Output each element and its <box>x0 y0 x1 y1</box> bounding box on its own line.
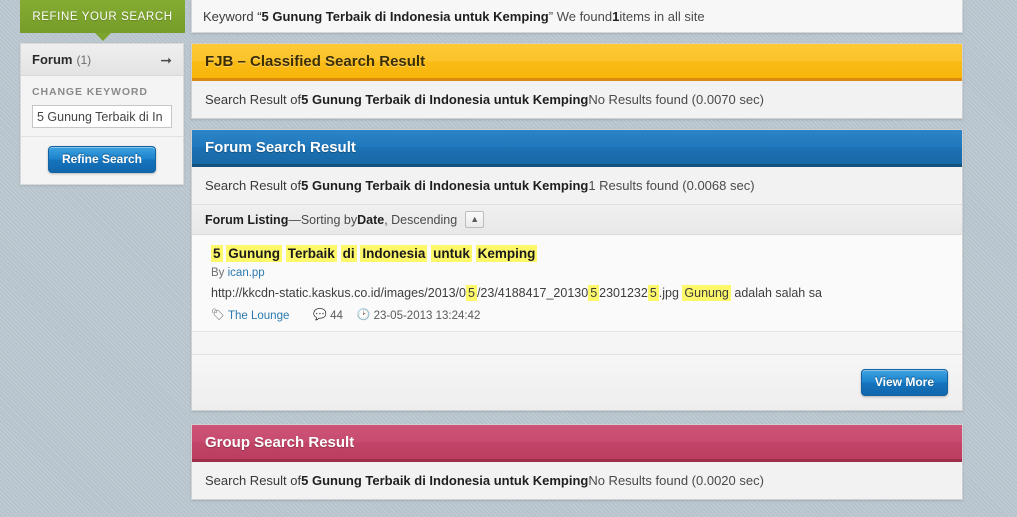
keyword-input[interactable] <box>32 105 172 128</box>
by-label: By <box>211 267 228 280</box>
plain-term: adalah salah sa <box>730 286 822 301</box>
refine-sidebar: Forum (1) ➞ CHANGE KEYWORD Refine Search <box>20 43 184 185</box>
group-result-keyword: 5 Gunung Terbaik di Indonesia untuk Kemp… <box>301 473 589 488</box>
result-timestamp: 23-05-2013 13:24:42 <box>373 309 481 322</box>
sort-field[interactable]: Date <box>357 213 384 227</box>
keyword-middle: ” We found <box>548 8 613 24</box>
sort-order: , Descending <box>384 212 458 227</box>
forum-tag-group[interactable]: 🏷 The Lounge <box>211 310 299 322</box>
plain-term: 2301232 <box>599 286 648 301</box>
forum-panel-footer: View More <box>192 354 962 410</box>
sidebar-forum-label: Forum <box>32 52 73 67</box>
refine-tab-label: REFINE YOUR SEARCH <box>32 10 173 23</box>
result-snippet: http://kkcdn-static.kaskus.co.id/images/… <box>211 285 949 303</box>
refine-search-button[interactable]: Refine Search <box>47 146 157 173</box>
plain-term: /23/4188417_20130 <box>476 286 589 301</box>
highlighted-term: 5 <box>647 285 659 302</box>
group-panel: Group Search Result Search Result of 5 G… <box>191 424 963 500</box>
forum-listing-dash: — <box>288 212 301 227</box>
highlighted-term: Gunung <box>226 245 283 262</box>
group-result-prefix: Search Result of <box>205 473 302 488</box>
highlighted-term: Indonesia <box>360 245 428 262</box>
search-results-page: Keyword “5 Gunung Terbaik di Indonesia u… <box>0 0 1017 517</box>
forum-listing-sort-bar: Forum Listing — Sorting by Date, Descend… <box>192 204 962 235</box>
result-meta: 🏷 The Lounge 💬 44 🕑 23-05-2013 13:24:42 <box>211 310 949 322</box>
forum-result-status: 1 Results found (0.0068 sec) <box>588 178 755 193</box>
fjb-result-prefix: Search Result of <box>205 92 302 107</box>
highlighted-term: Gunung <box>682 285 731 302</box>
fjb-panel-title: FJB – Classified Search Result <box>205 52 426 70</box>
forum-name-link[interactable]: The Lounge <box>228 310 289 322</box>
highlighted-term: di <box>340 245 357 262</box>
highlighted-term: 5 <box>466 285 477 302</box>
forum-panel-title: Forum Search Result <box>205 138 356 156</box>
plain-term: .jpg <box>658 286 683 301</box>
change-keyword-label: CHANGE KEYWORD <box>32 86 148 98</box>
forum-result-item: 5 Gunung Terbaik di Indonesia untuk Kemp… <box>192 235 962 332</box>
highlighted-term: 5 <box>211 245 223 262</box>
refine-your-search-tab[interactable]: REFINE YOUR SEARCH <box>20 0 185 41</box>
keyword-suffix: items in all site <box>619 8 705 24</box>
fjb-panel-header: FJB – Classified Search Result <box>192 44 962 81</box>
sidebar-forum-count: (1) <box>76 52 92 67</box>
sidebar-body: CHANGE KEYWORD <box>21 76 183 136</box>
comment-group: 💬 44 <box>313 310 343 322</box>
sidebar-footer: Refine Search <box>21 136 183 184</box>
arrow-right-icon: ➞ <box>160 51 172 68</box>
group-panel-header: Group Search Result <box>192 425 962 462</box>
plain-term: http://kkcdn-static.kaskus.co.id/images/… <box>211 286 466 301</box>
tab-notch-icon <box>94 33 111 41</box>
highlighted-term: 5 <box>588 285 600 302</box>
forum-listing-label: Forum Listing <box>205 212 289 227</box>
view-more-button[interactable]: View More <box>860 368 948 396</box>
forum-result-prefix: Search Result of <box>205 178 302 193</box>
forum-result-keyword: 5 Gunung Terbaik di Indonesia untuk Kemp… <box>301 178 589 193</box>
timestamp-group: 🕑 23-05-2013 13:24:42 <box>357 310 481 322</box>
keyword-summary-bar: Keyword “5 Gunung Terbaik di Indonesia u… <box>191 0 963 33</box>
result-author-line: By ican.pp <box>211 267 949 279</box>
fjb-panel: FJB – Classified Search Result Search Re… <box>191 43 963 119</box>
forum-panel: Forum Search Result Search Result of 5 G… <box>191 129 963 411</box>
chevron-up-icon[interactable]: ▲ <box>465 211 485 228</box>
tag-icon: 🏷 <box>211 309 225 322</box>
highlighted-term: Kemping <box>475 245 538 262</box>
keyword-text: 5 Gunung Terbaik di Indonesia untuk Kemp… <box>261 8 549 24</box>
group-panel-title: Group Search Result <box>205 433 355 451</box>
highlighted-term: untuk <box>431 245 472 262</box>
listing-spacer-row <box>192 331 962 355</box>
author-link[interactable]: ican.pp <box>228 267 265 279</box>
keyword-result-count: 1 <box>612 8 620 24</box>
fjb-result-status: No Results found (0.0070 sec) <box>588 92 764 107</box>
comment-icon: 💬 <box>313 309 328 322</box>
comment-count: 44 <box>330 309 343 322</box>
clock-icon: 🕑 <box>356 309 371 322</box>
highlighted-term: Terbaik <box>285 245 337 262</box>
sorting-prefix: Sorting by <box>300 212 358 227</box>
result-title[interactable]: 5 Gunung Terbaik di Indonesia untuk Kemp… <box>211 245 949 263</box>
sidebar-item-forum[interactable]: Forum (1) ➞ <box>21 44 183 76</box>
forum-panel-header: Forum Search Result <box>192 130 962 167</box>
group-result-row: Search Result of 5 Gunung Terbaik di Ind… <box>192 462 962 499</box>
keyword-prefix: Keyword “ <box>203 8 262 24</box>
fjb-result-row: Search Result of 5 Gunung Terbaik di Ind… <box>192 81 962 118</box>
fjb-result-keyword: 5 Gunung Terbaik di Indonesia untuk Kemp… <box>301 92 589 107</box>
group-result-status: No Results found (0.0020 sec) <box>588 473 764 488</box>
forum-result-row: Search Result of 5 Gunung Terbaik di Ind… <box>192 167 962 204</box>
